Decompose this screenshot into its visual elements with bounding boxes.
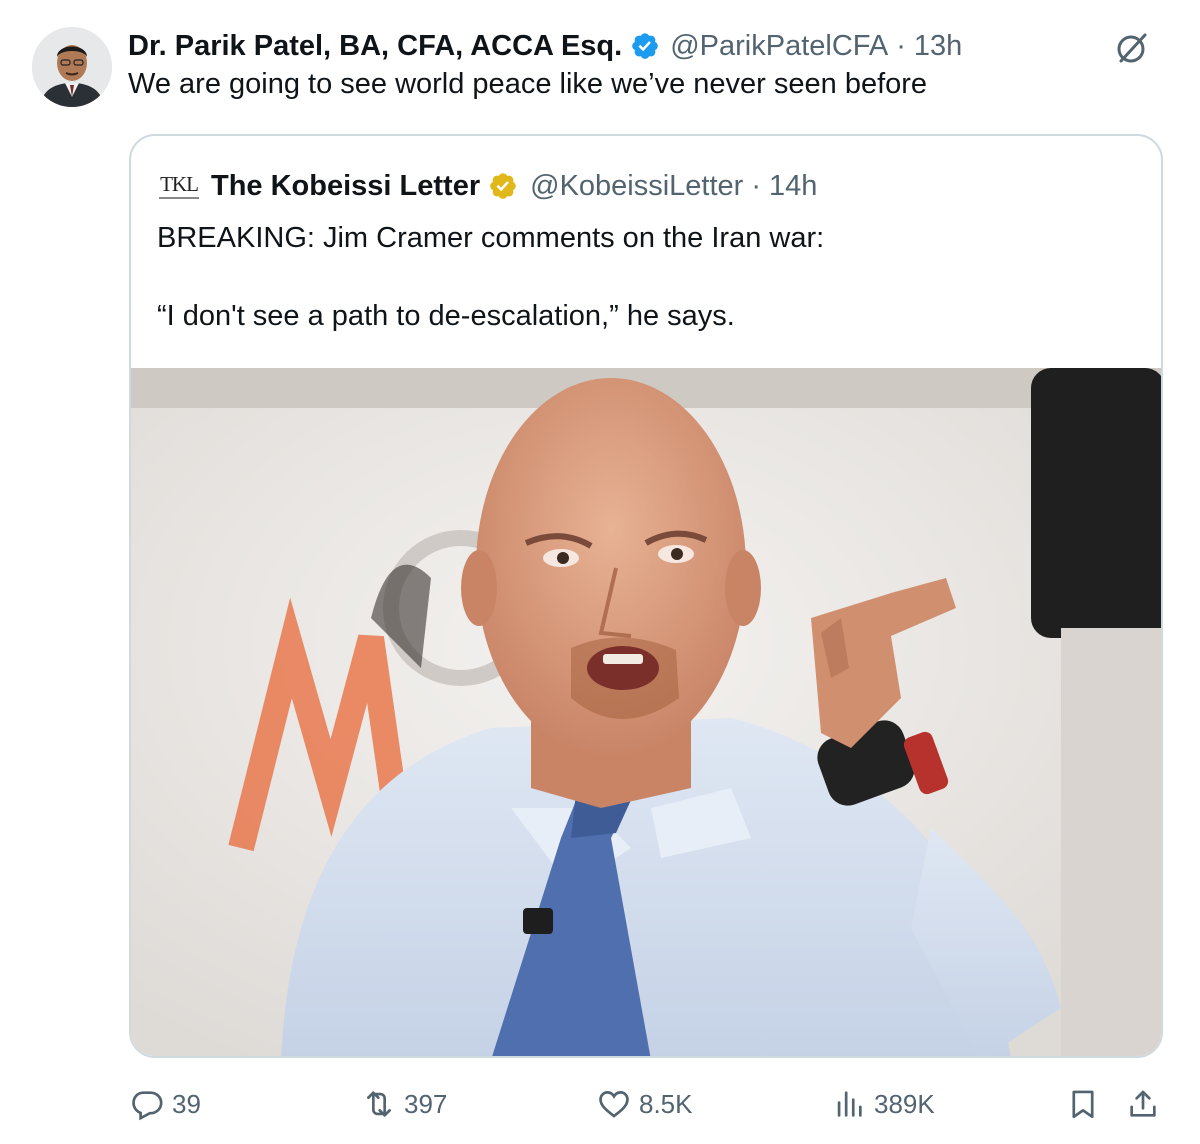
share-upload-icon [1130, 1090, 1156, 1117]
reply-count: 39 [172, 1088, 201, 1119]
quoted-tweet-timestamp[interactable]: 14h [769, 170, 817, 203]
tweet-text: We are going to see world peace like we’… [128, 68, 928, 100]
quoted-author-handle[interactable]: @KobeissiLetter [530, 170, 743, 203]
views-button[interactable]: 389K [832, 1082, 935, 1126]
quoted-tweet-photo[interactable] [131, 368, 1161, 1056]
reply-button[interactable]: 39 [130, 1082, 201, 1126]
bar-chart-icon [837, 1091, 862, 1117]
author-avatar[interactable] [32, 27, 112, 107]
author-handle[interactable]: @ParikPatelCFA [670, 30, 888, 63]
quoted-author-name[interactable]: The Kobeissi Letter [211, 170, 480, 203]
tweet-action-bar: 39 397 8.5K 389K [0, 1082, 1200, 1126]
separator-dot: · [896, 29, 906, 62]
reply-bubble-icon [132, 1091, 163, 1121]
quoted-tweet-header: TKL The Kobeissi Letter @KobeissiLetter … [157, 166, 817, 206]
heart-icon [599, 1091, 629, 1118]
gold-verified-badge-icon[interactable] [488, 171, 518, 201]
bookmark-icon [1072, 1090, 1094, 1119]
author-name[interactable]: Dr. Parik Patel, BA, CFA, ACCA Esq. [128, 30, 622, 63]
repost-arrows-icon [367, 1091, 391, 1117]
bookmark-button[interactable] [1066, 1082, 1100, 1126]
quoted-avatar-logo-text: TKL [160, 171, 199, 196]
repost-button[interactable]: 397 [362, 1082, 447, 1126]
repost-count: 397 [404, 1088, 448, 1119]
quoted-tweet-card[interactable]: TKL The Kobeissi Letter @KobeissiLetter … [129, 134, 1163, 1058]
like-button[interactable]: 8.5K [597, 1082, 693, 1126]
quoted-text-line-1: BREAKING: Jim Cramer comments on the Ira… [157, 222, 825, 254]
share-button[interactable] [1126, 1082, 1160, 1126]
quoted-text-line-2: “I don't see a path to de-escalation,” h… [157, 300, 735, 332]
quoted-avatar-underline [159, 196, 199, 199]
quoted-tweet-text: BREAKING: Jim Cramer comments on the Ira… [157, 218, 824, 336]
tweet-timestamp[interactable]: 13h [914, 30, 962, 63]
blue-verified-badge-icon[interactable] [630, 31, 660, 61]
quoted-author-avatar[interactable]: TKL [157, 171, 201, 201]
quoted-separator-dot: · [751, 169, 762, 202]
grok-icon[interactable] [1112, 28, 1152, 68]
views-count: 389K [874, 1088, 935, 1119]
like-count: 8.5K [639, 1088, 693, 1119]
tweet-header: Dr. Parik Patel, BA, CFA, ACCA Esq. @Par… [128, 26, 962, 66]
